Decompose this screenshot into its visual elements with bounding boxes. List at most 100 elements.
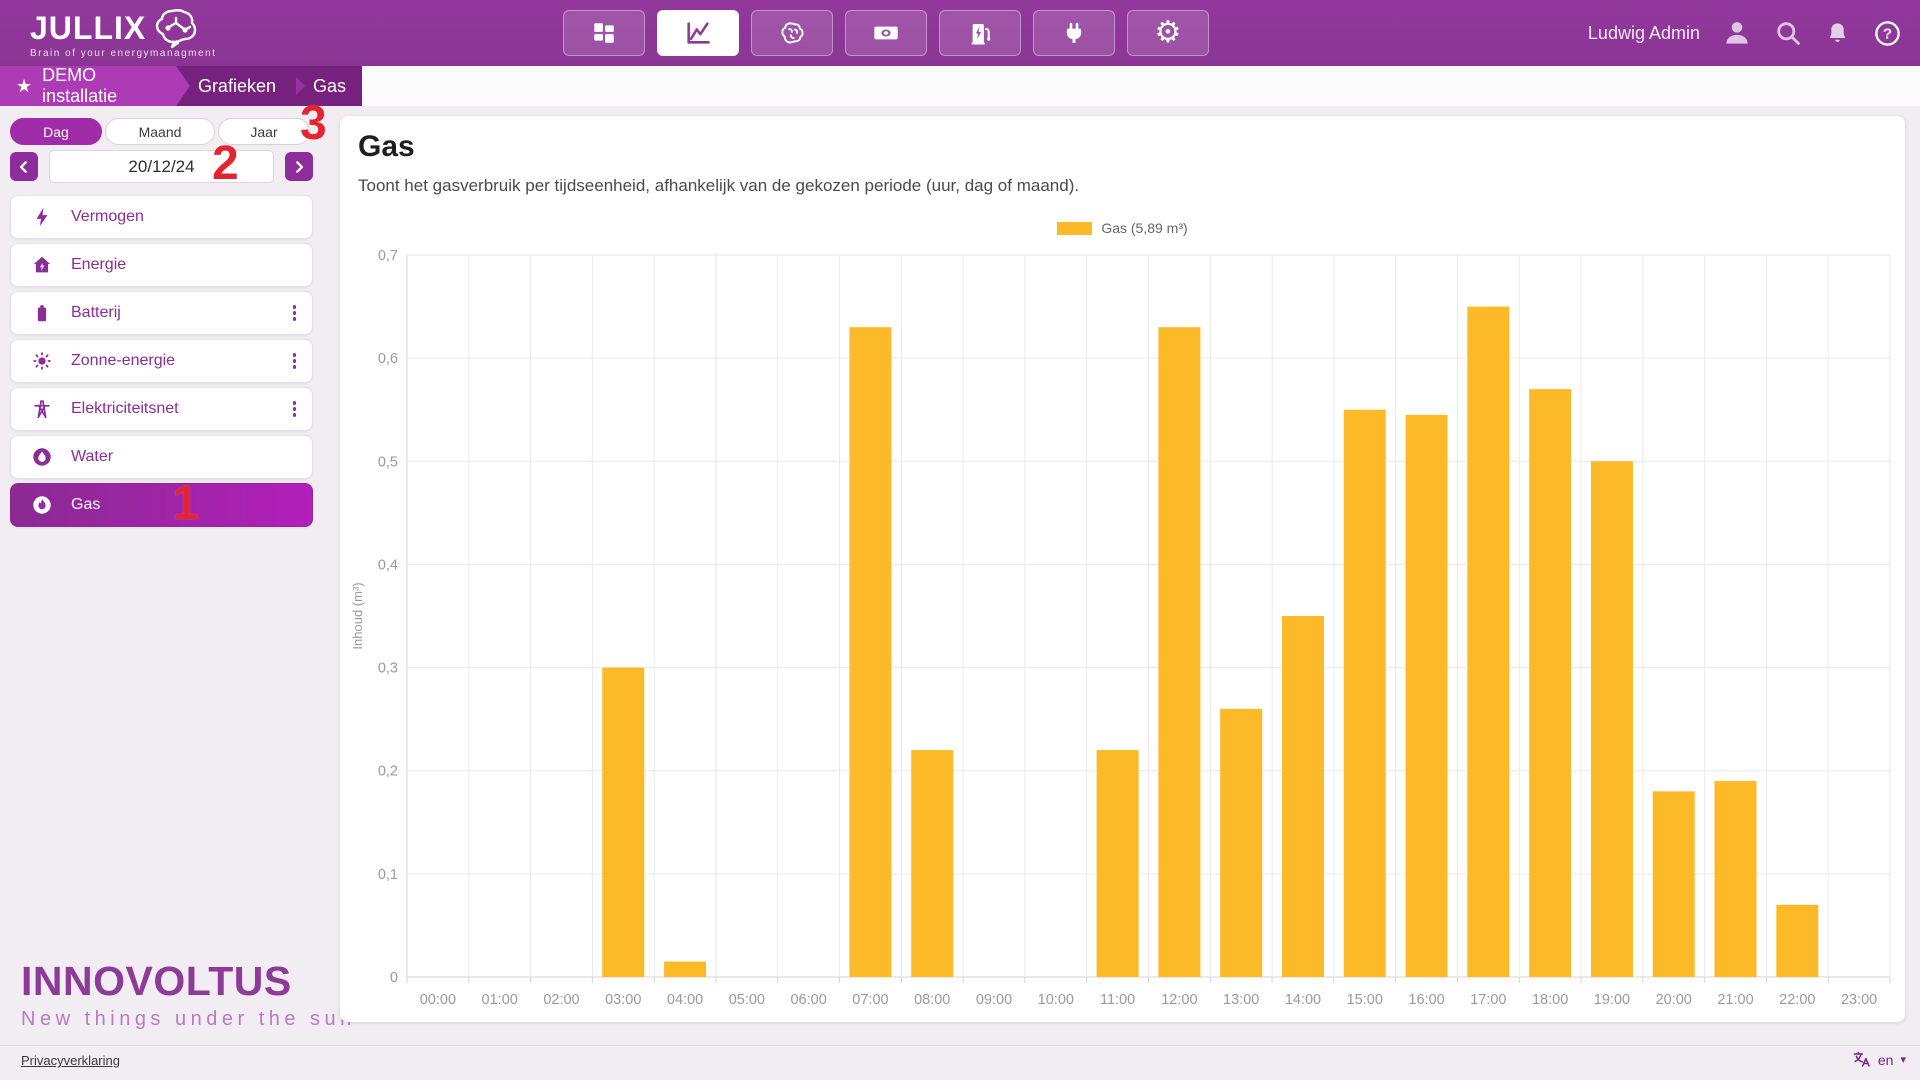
- nav-consumers-button[interactable]: [1033, 10, 1115, 56]
- svg-text:15:00: 15:00: [1347, 992, 1383, 1008]
- svg-text:0,4: 0,4: [378, 557, 398, 573]
- tab-dag[interactable]: Dag: [10, 118, 102, 145]
- next-day-button[interactable]: [285, 152, 313, 181]
- previous-day-button[interactable]: [10, 152, 38, 181]
- svg-text:08:00: 08:00: [914, 992, 950, 1008]
- sidebar-item-label: Energie: [71, 256, 300, 274]
- nav-dashboard-button[interactable]: [563, 10, 645, 56]
- svg-text:14:00: 14:00: [1285, 992, 1321, 1008]
- water-drop-icon: [31, 446, 53, 468]
- brain-icon: [779, 20, 806, 47]
- notifications-bell-icon[interactable]: [1824, 20, 1851, 47]
- svg-text:04:00: 04:00: [667, 992, 703, 1008]
- sidebar-item-elektriciteitsnet[interactable]: Elektriciteitsnet: [10, 387, 313, 431]
- ev-charger-icon: [967, 20, 994, 47]
- sidebar-item-label: Elektriciteitsnet: [71, 400, 271, 418]
- nav-settings-button[interactable]: ⚙: [1127, 10, 1209, 56]
- innovoltus-logo: INNOVOLTUS New things under the sun: [21, 958, 356, 1031]
- batterij-options-kebab-icon[interactable]: [289, 301, 301, 325]
- sidebar-item-label: Vermogen: [71, 208, 300, 226]
- svg-text:22:00: 22:00: [1779, 992, 1815, 1008]
- svg-text:10:00: 10:00: [1038, 992, 1074, 1008]
- annotation-2: 2: [212, 142, 239, 186]
- sidebar-item-label: Water: [71, 448, 300, 466]
- sidebar-item-zonne-energie[interactable]: Zonne-energie: [10, 339, 313, 383]
- svg-text:07:00: 07:00: [852, 992, 888, 1008]
- annotation-1: 1: [172, 482, 199, 526]
- svg-text:02:00: 02:00: [543, 992, 579, 1008]
- svg-text:23:00: 23:00: [1841, 992, 1877, 1008]
- annotation-3: 3: [300, 102, 327, 146]
- app-logo-text: JULLIX: [30, 11, 146, 45]
- footer-divider: [0, 1045, 1920, 1046]
- svg-text:17:00: 17:00: [1470, 992, 1506, 1008]
- sidebar-menu: Vermogen Energie Batterij Zonne-ener: [10, 195, 313, 527]
- svg-text:06:00: 06:00: [790, 992, 826, 1008]
- page-subtitle: Toont het gasverbruik per tijdseenheid, …: [358, 176, 1079, 196]
- app-header: JULLIX Brain of your energymanagment: [0, 0, 1920, 66]
- content-top-strip: [357, 66, 1920, 106]
- svg-text:00:00: 00:00: [420, 992, 456, 1008]
- language-code: en: [1878, 1052, 1894, 1068]
- pylon-icon: [31, 398, 53, 420]
- svg-text:03:00: 03:00: [605, 992, 641, 1008]
- nav-charging-button[interactable]: [939, 10, 1021, 56]
- breadcrumb-gas-label: Gas: [313, 76, 346, 97]
- svg-text:0: 0: [390, 970, 398, 986]
- svg-text:09:00: 09:00: [976, 992, 1012, 1008]
- breadcrumb-grafieken[interactable]: Grafieken: [190, 66, 292, 106]
- sidebar-item-energie[interactable]: Energie: [10, 243, 313, 287]
- battery-icon: [31, 302, 53, 324]
- svg-text:13:00: 13:00: [1223, 992, 1259, 1008]
- gear-icon: ⚙: [1155, 18, 1182, 48]
- breadcrumb-installation[interactable]: ★ DEMO installatie: [0, 66, 190, 106]
- lightning-icon: [31, 206, 53, 228]
- gas-flame-icon: [31, 494, 53, 516]
- brain-logo-icon: [152, 7, 204, 49]
- user-avatar-icon[interactable]: [1722, 18, 1752, 48]
- svg-text:0,7: 0,7: [378, 248, 398, 264]
- breadcrumb-separator-icon: [296, 77, 305, 95]
- user-name: Ludwig Admin: [1588, 23, 1700, 44]
- sidebar-item-gas[interactable]: Gas: [10, 483, 313, 527]
- page-title: Gas: [358, 130, 415, 164]
- sidebar-item-label: Batterij: [71, 304, 271, 322]
- zonne-energie-options-kebab-icon[interactable]: [289, 349, 301, 373]
- main-nav: ⚙: [563, 10, 1209, 56]
- line-chart-icon: [684, 19, 712, 47]
- svg-text:0,2: 0,2: [378, 764, 398, 780]
- help-icon[interactable]: ?: [1873, 19, 1902, 48]
- sidebar-item-vermogen[interactable]: Vermogen: [10, 195, 313, 239]
- house-energy-icon: [31, 254, 53, 276]
- svg-text:Inhoud (m³): Inhoud (m³): [350, 582, 365, 649]
- innovoltus-tagline: New things under the sun: [21, 1008, 356, 1031]
- app-logo[interactable]: JULLIX Brain of your energymanagment: [30, 7, 216, 59]
- legend-label: Gas (5,89 m³): [1101, 220, 1187, 236]
- privacy-link[interactable]: Privacyverklaring: [21, 1053, 120, 1068]
- sidebar-item-water[interactable]: Water: [10, 435, 313, 479]
- nav-finance-button[interactable]: [845, 10, 927, 56]
- chart-legend[interactable]: Gas (5,89 m³): [340, 220, 1905, 236]
- nav-ai-button[interactable]: [751, 10, 833, 56]
- language-selector[interactable]: en ▾: [1852, 1050, 1906, 1069]
- app-logo-tagline: Brain of your energymanagment: [30, 48, 216, 59]
- sidebar-item-batterij[interactable]: Batterij: [10, 291, 313, 335]
- translate-icon: [1852, 1050, 1871, 1069]
- sun-icon: [31, 350, 53, 372]
- favorite-star-icon[interactable]: ★: [16, 76, 32, 97]
- date-input[interactable]: 20/12/24: [49, 150, 274, 183]
- tab-maand[interactable]: Maand: [105, 118, 215, 145]
- money-icon: [872, 19, 900, 47]
- sidebar-item-label: Zonne-energie: [71, 352, 271, 370]
- elektriciteitsnet-options-kebab-icon[interactable]: [289, 397, 301, 421]
- header-right: Ludwig Admin ?: [1588, 0, 1902, 66]
- gas-bar-chart[interactable]: 00,10,20,30,40,50,60,700:0001:0002:0003:…: [340, 246, 1905, 1016]
- gas-chart-panel: Gas Toont het gasverbruik per tijdseenhe…: [340, 116, 1905, 1022]
- period-tabs: Dag Maand Jaar: [10, 118, 310, 145]
- nav-charts-button[interactable]: [657, 10, 739, 56]
- svg-text:19:00: 19:00: [1594, 992, 1630, 1008]
- breadcrumb-grafieken-label: Grafieken: [198, 76, 276, 97]
- search-icon[interactable]: [1774, 19, 1802, 47]
- plug-icon: [1061, 20, 1087, 46]
- svg-text:05:00: 05:00: [729, 992, 765, 1008]
